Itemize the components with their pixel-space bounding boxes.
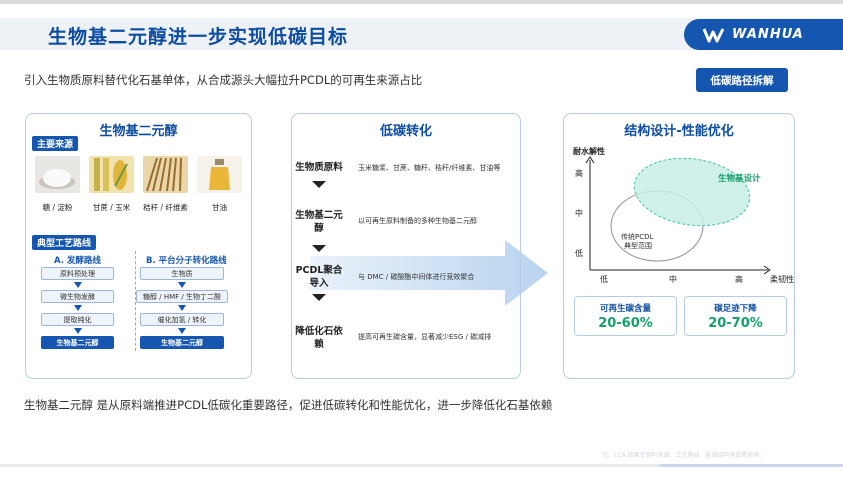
chevron-down-icon (312, 294, 326, 301)
performance-chart: 耐水解性 柔韧性 高 中 低 低 中 高 生物基设计 传统PCDL 典型范围 (573, 146, 794, 284)
material-straw: 秸秆 / 纤维素 (143, 156, 188, 213)
x-tick: 中 (669, 274, 677, 284)
arrow-down-icon (178, 282, 186, 288)
material-label: 甘蔗 / 玉米 (92, 203, 131, 212)
metric-label: 可再生碳含量 (599, 304, 651, 314)
material-sugarcane: 甘蔗 / 玉米 (89, 156, 134, 213)
route-b-step: 催化加氢 / 转化 (140, 313, 224, 326)
page-title: 生物基二元醇进一步实现低碳目标 (48, 26, 349, 48)
footnote: 注：LCA 结果受原料来源、工艺路线、能源结构等因素影响。 (602, 452, 766, 459)
chevron-down-icon (312, 245, 326, 252)
arrow-down-icon (74, 305, 82, 311)
chart-xlabel: 柔韧性 (770, 274, 794, 284)
region-label-traditional-line2: 典型范围 (624, 241, 652, 250)
y-tick: 中 (575, 208, 583, 218)
route-a-step: 微生物发酵 (41, 290, 114, 303)
route-a-step: 提取纯化 (41, 313, 114, 326)
chevron-down-icon (312, 181, 326, 188)
straw-icon (143, 156, 188, 193)
brand-logo: WANHUA (684, 19, 843, 50)
stage-label: 降低化石依赖 (295, 326, 343, 350)
sugar-icon (35, 156, 80, 193)
route-a-step: 原料预处理 (41, 267, 114, 280)
panel-bio-diol: 生物基二元醇 主要来源 糖 / 淀粉 甘蔗 / 玉米 秸秆 / 纤维素 甘油 典… (25, 113, 252, 379)
bottom-accent (660, 464, 843, 467)
stage-desc: 与 DMC / 碳酸酯中间体进行竞效聚合 (358, 273, 475, 281)
x-tick: 低 (600, 274, 608, 284)
route-a-final: 生物基二元醇 (41, 336, 114, 349)
route-b-title: B. 平台分子转化路线 (146, 256, 227, 266)
stage-label: 生物质原料 (295, 162, 343, 173)
material-sugar: 糖 / 淀粉 (35, 156, 80, 213)
stage-desc: 提高可再生碳含量，显著减少ESG / 碳减排 (358, 333, 492, 341)
wanhua-logo-icon (702, 27, 725, 42)
metric-label: 碳足迹下降 (714, 304, 757, 314)
stage-label: PCDL聚合导入 (295, 265, 343, 289)
stage-desc: 玉米糖浆、甘蔗、糖秆、秸秆/纤维素、甘油等 (358, 164, 501, 172)
stage-desc: 以可再生原料制备的多种生物基二元醇 (358, 217, 477, 225)
summary-text: 生物基二元醇 是从原料端推进PCDL低碳化重要路径，促进低碳转化和性能优化，进一… (24, 398, 553, 412)
arrow-down-icon (74, 328, 82, 334)
route-b-step: 糖醇 / HMF / 生物丁二酸 (136, 290, 228, 303)
route-b-final: 生物基二元醇 (140, 336, 224, 349)
panel-title: 低碳转化 (379, 124, 432, 139)
chart-ylabel: 耐水解性 (573, 146, 605, 156)
metric-value: 20-70% (708, 316, 763, 331)
sugarcane-corn-icon (89, 156, 134, 193)
route-b-step: 生物质 (140, 267, 224, 280)
metric-card-renewable-carbon: 可再生碳含量 20-60% (574, 296, 677, 336)
stage-label: 生物基二元醇 (295, 210, 343, 234)
top-strip (0, 0, 843, 4)
panel-low-carbon: 低碳转化 生物质原料 玉米糖浆、甘蔗、糖秆、秸秆/纤维素、甘油等 生物基二元醇 … (291, 113, 521, 379)
region-label-traditional-line1: 传统PCDL (621, 232, 653, 241)
y-tick: 高 (575, 168, 583, 178)
glycerol-bottle-icon (197, 156, 242, 193)
arrow-down-icon (178, 328, 186, 334)
metric-value: 20-60% (598, 316, 653, 331)
logo-text: WANHUA (732, 27, 804, 42)
route-a-title: A. 发酵路线 (54, 256, 101, 266)
arrow-down-icon (178, 305, 186, 311)
metric-card-carbon-footprint: 碳足迹下降 20-70% (684, 296, 787, 336)
sources-tag: 主要来源 (32, 136, 79, 151)
process-tag: 典型工艺路线 (32, 235, 97, 250)
y-tick: 低 (575, 248, 583, 258)
low-carbon-path-button[interactable]: 低碳路径拆解 (696, 68, 788, 92)
arrow-down-icon (74, 282, 82, 288)
material-glycerol: 甘油 (197, 156, 242, 213)
page-subtitle: 引入生物质原料替代化石基单体，从合成源头大幅拉升PCDL的可再生来源占比 (24, 73, 423, 87)
x-tick: 高 (735, 274, 743, 284)
material-label: 糖 / 淀粉 (42, 203, 73, 212)
region-label-bio: 生物基设计 (718, 173, 761, 184)
material-label: 秸秆 / 纤维素 (143, 203, 188, 212)
material-label: 甘油 (212, 203, 227, 212)
